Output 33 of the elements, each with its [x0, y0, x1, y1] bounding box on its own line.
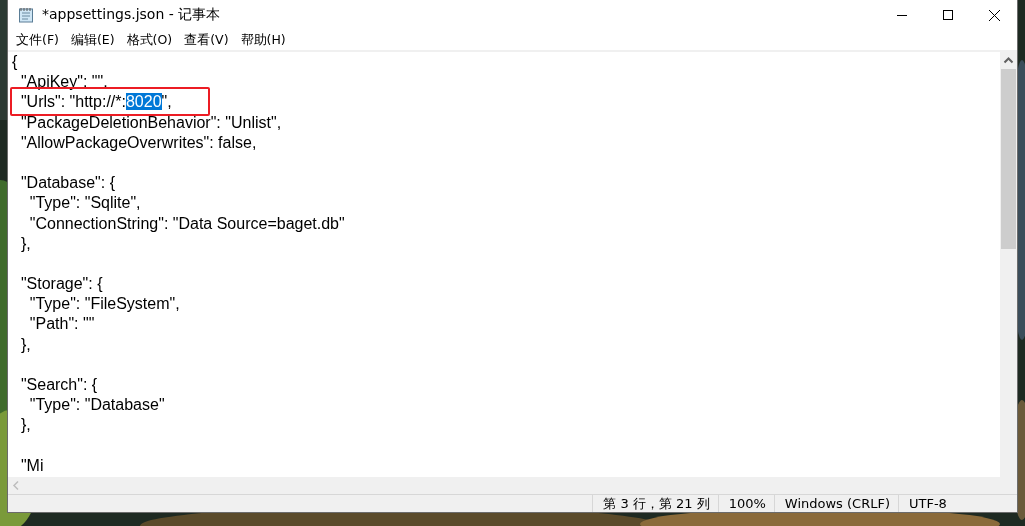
code-line: "Urls": "http://*:8020", — [12, 92, 172, 113]
code-line: }, — [19, 233, 31, 254]
code-line: "Database": { — [19, 173, 115, 194]
maximize-icon — [943, 10, 953, 20]
notepad-icon — [18, 7, 34, 23]
code-line: "PackageDeletionBehavior": "Unlist", — [19, 112, 282, 133]
code-line: "AllowPackageOverwrites": false, — [19, 132, 257, 153]
code-line: "Type": "Database" — [28, 395, 165, 416]
horizontal-scrollbar[interactable] — [8, 477, 1017, 494]
close-icon — [988, 9, 1000, 21]
status-text: 第 3 行，第 21 列 — [592, 495, 718, 512]
menu-item[interactable]: 格式(O) — [120, 30, 179, 50]
status-text: 100% — [717, 495, 774, 512]
vertical-scrollbar[interactable] — [1000, 52, 1017, 477]
menu-item[interactable]: 文件(F) — [10, 30, 65, 50]
code-line: "Path": "" — [28, 314, 95, 335]
code-line: "Mi — [19, 455, 44, 476]
menu-item[interactable]: 帮助(H) — [234, 30, 292, 50]
code-line: "Storage": { — [19, 274, 103, 295]
scrollbar-thumb[interactable] — [1001, 69, 1016, 249]
code-line: "Type": "FileSystem", — [28, 294, 180, 315]
code-line: "Type": "Sqlite", — [28, 193, 141, 214]
selected-text: 8020 — [125, 93, 162, 111]
code-line: }, — [19, 334, 31, 355]
code-line: "Search": { — [19, 375, 98, 395]
menu-item[interactable]: 查看(V) — [178, 30, 235, 50]
code-line: "ConnectionString": "Data Source=baget.db" — [28, 213, 345, 234]
code-line: }, — [19, 415, 31, 436]
code-line: { — [12, 52, 18, 72]
status-text: UTF-8 — [898, 495, 1017, 512]
menu-item[interactable]: 编辑(E) — [64, 30, 121, 50]
window-title: *appsettings.json - 记事本 — [42, 6, 222, 24]
status-text: Windows (CRLF) — [773, 495, 898, 512]
